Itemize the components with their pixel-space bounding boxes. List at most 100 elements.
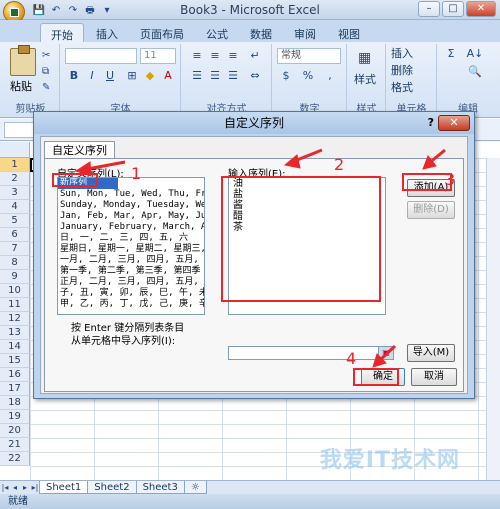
vertical-scrollbar[interactable] (486, 158, 500, 480)
italic-button[interactable]: I (83, 68, 101, 84)
title-bar: 💾 ↶ ↷ 🖶 ▾ Book3 - Microsoft Excel – □ ✕ (0, 0, 500, 23)
align-left-icon[interactable]: ☰ (188, 68, 206, 84)
import-range-input[interactable] (228, 346, 394, 360)
insert-sheet-icon[interactable]: ☼ (183, 481, 207, 494)
row-header[interactable]: 16 (0, 368, 30, 382)
custom-list-item[interactable]: 甲, 乙, 丙, 丁, 戊, 己, 庚, 辛, (58, 299, 204, 310)
percent-button[interactable]: % (299, 68, 317, 84)
sheet-tab-sheet3[interactable]: Sheet3 (135, 481, 185, 494)
paste-button[interactable]: 粘贴 (10, 78, 32, 94)
align-center-icon[interactable]: ☰ (206, 68, 224, 84)
undo-icon[interactable]: ↶ (49, 4, 63, 18)
dialog-close-button[interactable]: ✕ (438, 115, 470, 131)
row-header[interactable]: 18 (0, 396, 30, 410)
custom-list-item[interactable]: 第一季, 第二季, 第三季, 第四季 (58, 266, 204, 277)
collapse-dialog-icon[interactable]: ▣ (378, 347, 393, 359)
tab-page-layout[interactable]: 页面布局 (130, 23, 194, 42)
import-button[interactable]: 导入(M) (407, 344, 455, 362)
row-header[interactable]: 5 (0, 214, 30, 228)
styles-button[interactable]: 样式 (354, 72, 376, 88)
custom-list-item[interactable]: Sunday, Monday, Tuesday, Wednes (58, 200, 204, 211)
tab-view[interactable]: 视图 (328, 23, 370, 42)
close-button[interactable]: ✕ (466, 1, 496, 17)
font-color-icon[interactable]: A (159, 68, 177, 84)
format-painter-icon[interactable]: ✎ (42, 82, 50, 93)
sheet-tab-sheet2[interactable]: Sheet2 (87, 481, 137, 494)
next-sheet-icon[interactable]: ▸ (20, 483, 30, 492)
tab-data[interactable]: 数据 (240, 23, 282, 42)
custom-list-item[interactable]: January, February, March, April (58, 222, 204, 233)
underline-button[interactable]: U (101, 68, 119, 84)
custom-list-item[interactable]: Sun, Mon, Tue, Wed, Thu, Fri, S (58, 189, 204, 200)
customize-qat-icon[interactable]: ▾ (100, 4, 114, 18)
row-header[interactable]: 20 (0, 424, 30, 438)
first-sheet-icon[interactable]: |◂ (0, 483, 10, 492)
format-cells-button[interactable]: 格式 (391, 80, 413, 96)
save-icon[interactable]: 💾 (32, 4, 46, 18)
font-name-combo[interactable] (65, 48, 137, 64)
row-header[interactable]: 21 (0, 438, 30, 452)
print-preview-icon[interactable]: 🖶 (83, 4, 97, 18)
redo-icon[interactable]: ↷ (66, 4, 80, 18)
row-header[interactable]: 10 (0, 284, 30, 298)
styles-icon[interactable]: ▦ (358, 50, 371, 66)
row-header[interactable]: 2 (0, 172, 30, 186)
row-header[interactable]: 13 (0, 326, 30, 340)
align-right-icon[interactable]: ☰ (224, 68, 242, 84)
delete-button[interactable]: 删除(D) (407, 201, 455, 219)
row-header[interactable]: 15 (0, 354, 30, 368)
custom-list-item[interactable]: 子, 丑, 寅, 卯, 辰, 巳, 午, 未, (58, 288, 204, 299)
number-format-combo[interactable]: 常规 (277, 48, 341, 64)
font-size-combo[interactable]: 11 (140, 48, 176, 64)
cut-icon[interactable]: ✂ (42, 50, 50, 61)
comma-button[interactable]: , (321, 68, 339, 84)
prev-sheet-icon[interactable]: ◂ (10, 483, 20, 492)
row-header[interactable]: 12 (0, 312, 30, 326)
currency-button[interactable]: $ (277, 68, 295, 84)
copy-icon[interactable]: ⧉ (42, 66, 49, 77)
borders-icon[interactable]: ⊞ (123, 68, 141, 84)
tab-custom-lists[interactable]: 自定义序列 (44, 141, 115, 159)
row-header[interactable]: 17 (0, 382, 30, 396)
paste-icon[interactable] (10, 45, 36, 76)
custom-list-item[interactable]: 正月, 二月, 三月, 四月, 五月, 六 (58, 277, 204, 288)
bold-button[interactable]: B (65, 68, 83, 84)
merge-center-icon[interactable]: ⇔ (246, 68, 264, 84)
insert-cells-button[interactable]: 插入 (391, 46, 413, 62)
row-header[interactable]: 14 (0, 340, 30, 354)
wrap-text-icon[interactable]: ↵ (246, 48, 264, 64)
align-top-icon[interactable]: ≡ (188, 48, 206, 64)
row-header[interactable]: 8 (0, 256, 30, 270)
row-header[interactable]: 6 (0, 228, 30, 242)
custom-list-item[interactable]: 一月, 二月, 三月, 四月, 五月, 六 (58, 255, 204, 266)
row-header[interactable]: 1 (0, 158, 30, 172)
help-button[interactable]: ? (428, 116, 434, 129)
align-bottom-icon[interactable]: ≡ (224, 48, 242, 64)
custom-list-item[interactable]: 星期日, 星期一, 星期二, 星期三, (58, 244, 204, 255)
cancel-button[interactable]: 取消 (411, 368, 457, 386)
fill-color-icon[interactable]: ◆ (141, 68, 159, 84)
row-header[interactable]: 9 (0, 270, 30, 284)
tab-review[interactable]: 审阅 (284, 23, 326, 42)
tab-insert[interactable]: 插入 (86, 23, 128, 42)
minimize-button[interactable]: – (418, 1, 440, 17)
autosum-button[interactable]: Σ (442, 46, 460, 62)
custom-list-item[interactable]: Jan, Feb, Mar, Apr, May, Jun, J (58, 211, 204, 222)
row-header[interactable]: 4 (0, 200, 30, 214)
delete-cells-button[interactable]: 删除 (391, 63, 413, 79)
sheet-tab-sheet1[interactable]: Sheet1 (39, 481, 89, 494)
find-icon[interactable]: 🔍 (466, 64, 484, 80)
custom-lists-listbox[interactable]: 新序列Sun, Mon, Tue, Wed, Thu, Fri, SSunday… (57, 177, 205, 315)
sort-filter-button[interactable]: A↓ (466, 46, 484, 62)
row-header[interactable]: 19 (0, 410, 30, 424)
select-all-corner[interactable] (0, 142, 30, 158)
row-header[interactable]: 7 (0, 242, 30, 256)
align-middle-icon[interactable]: ≡ (206, 48, 224, 64)
row-header[interactable]: 11 (0, 298, 30, 312)
row-header[interactable]: 3 (0, 186, 30, 200)
custom-list-item[interactable]: 日, 一, 二, 三, 四, 五, 六 (58, 233, 204, 244)
maximize-button[interactable]: □ (442, 1, 464, 17)
row-header[interactable]: 22 (0, 452, 30, 466)
tab-formulas[interactable]: 公式 (196, 23, 238, 42)
tab-home[interactable]: 开始 (40, 23, 84, 42)
